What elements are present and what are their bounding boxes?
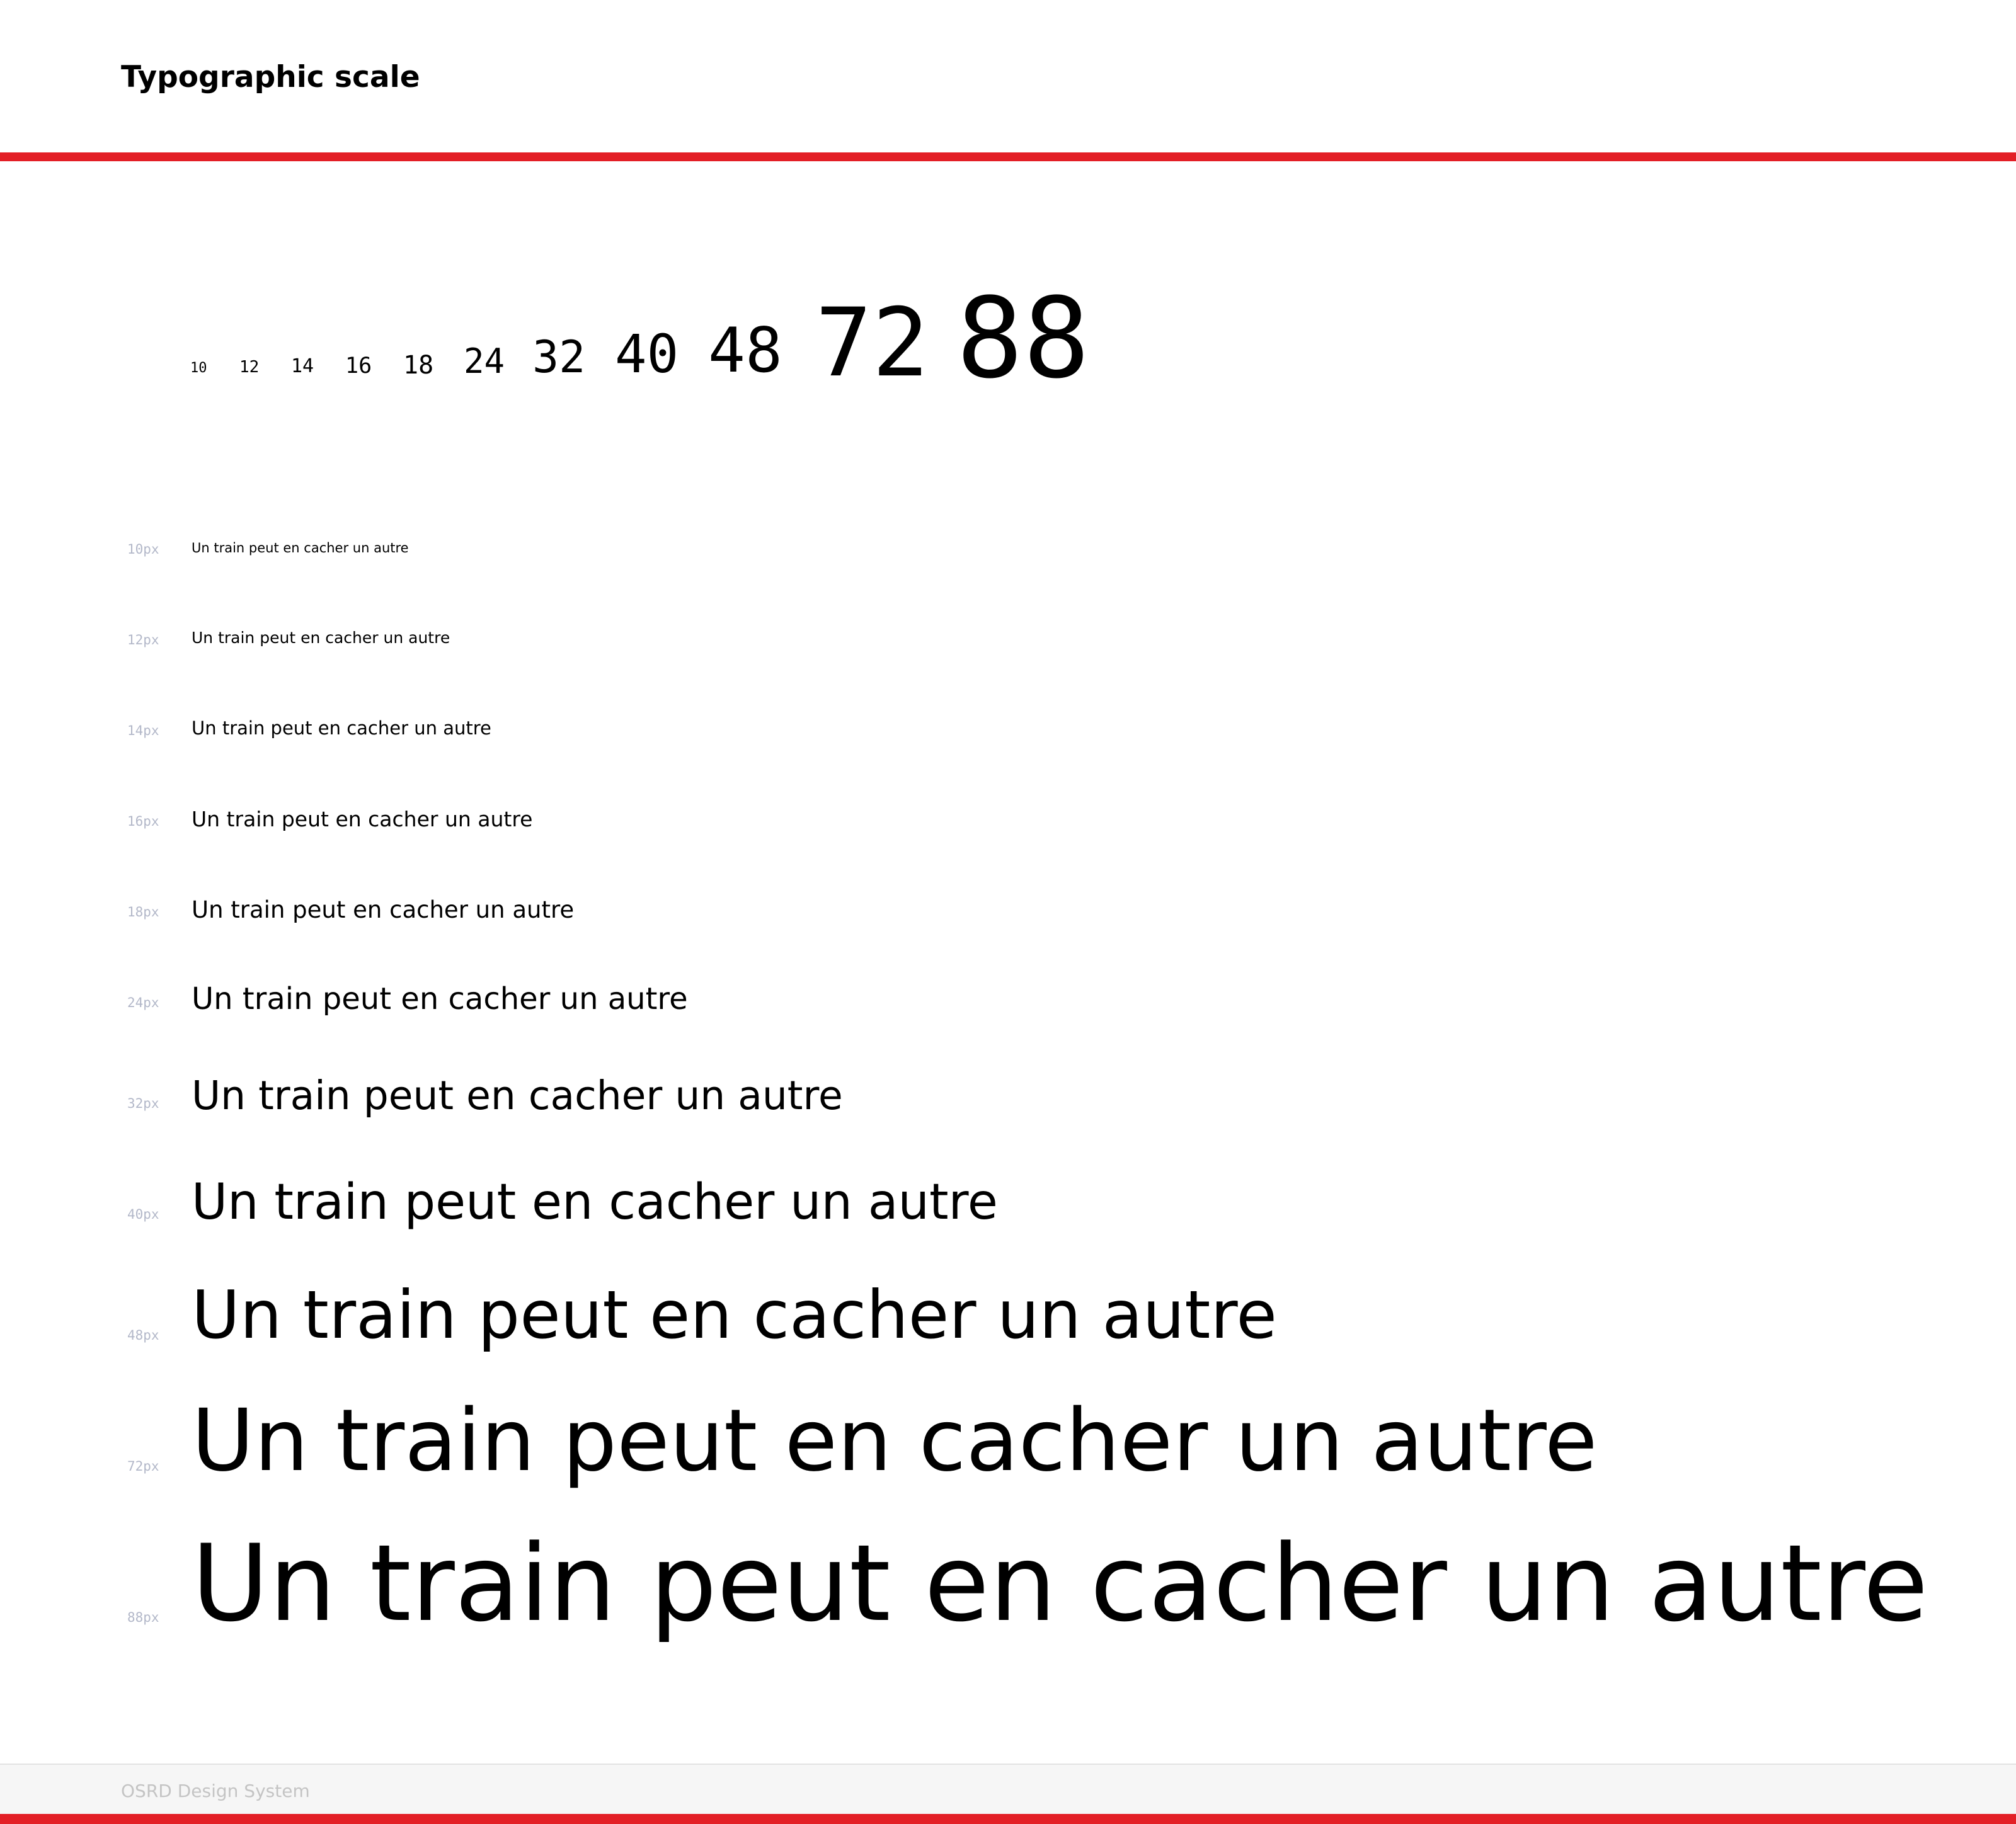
size-label: 88px [127, 1610, 159, 1625]
sample-text: Un train peut en cacher un autre [192, 540, 409, 556]
sample-text: Un train peut en cacher un autre [192, 1522, 1928, 1645]
page-footer: OSRD Design System [0, 1764, 2016, 1824]
sample-text: Un train peut en cacher un autre [192, 1391, 1598, 1491]
sample-text: Un train peut en cacher un autre [192, 629, 450, 647]
size-label: 48px [127, 1328, 159, 1343]
sample-text: Un train peut en cacher un autre [192, 1174, 998, 1231]
sample-text: Un train peut en cacher un autre [192, 1073, 843, 1119]
scale-size-40: 40 [615, 323, 679, 385]
scale-size-12: 12 [239, 358, 260, 377]
scale-size-32: 32 [532, 331, 586, 383]
size-label: 24px [127, 995, 159, 1010]
size-label: 72px [127, 1459, 159, 1474]
size-label: 18px [127, 904, 159, 920]
sample-text: Un train peut en cacher un autre [192, 717, 491, 739]
size-label: 32px [127, 1096, 159, 1111]
size-label: 14px [127, 723, 159, 738]
sample-text: Un train peut en cacher un autre [192, 981, 688, 1017]
scale-size-72: 72 [815, 288, 929, 398]
size-label: 16px [127, 814, 159, 829]
scale-size-88: 88 [956, 274, 1090, 403]
scale-size-14: 14 [291, 355, 314, 377]
scale-size-48: 48 [708, 315, 783, 387]
sample-text: Un train peut en cacher un autre [192, 1277, 1277, 1354]
footer-accent-rule [0, 1814, 2016, 1824]
sample-text: Un train peut en cacher un autre [192, 807, 533, 831]
scale-size-10: 10 [190, 360, 207, 376]
scale-size-18: 18 [403, 351, 434, 380]
scale-size-24: 24 [464, 341, 505, 381]
sample-text: Un train peut en cacher un autre [192, 896, 575, 923]
scale-size-16: 16 [345, 353, 372, 379]
size-label: 40px [127, 1207, 159, 1222]
footer-brand: OSRD Design System [121, 1781, 310, 1801]
size-label: 12px [127, 632, 159, 647]
size-scale-row: 10 12 14 16 18 24 32 40 48 72 88 [0, 0, 2016, 441]
size-label: 10px [127, 542, 159, 557]
